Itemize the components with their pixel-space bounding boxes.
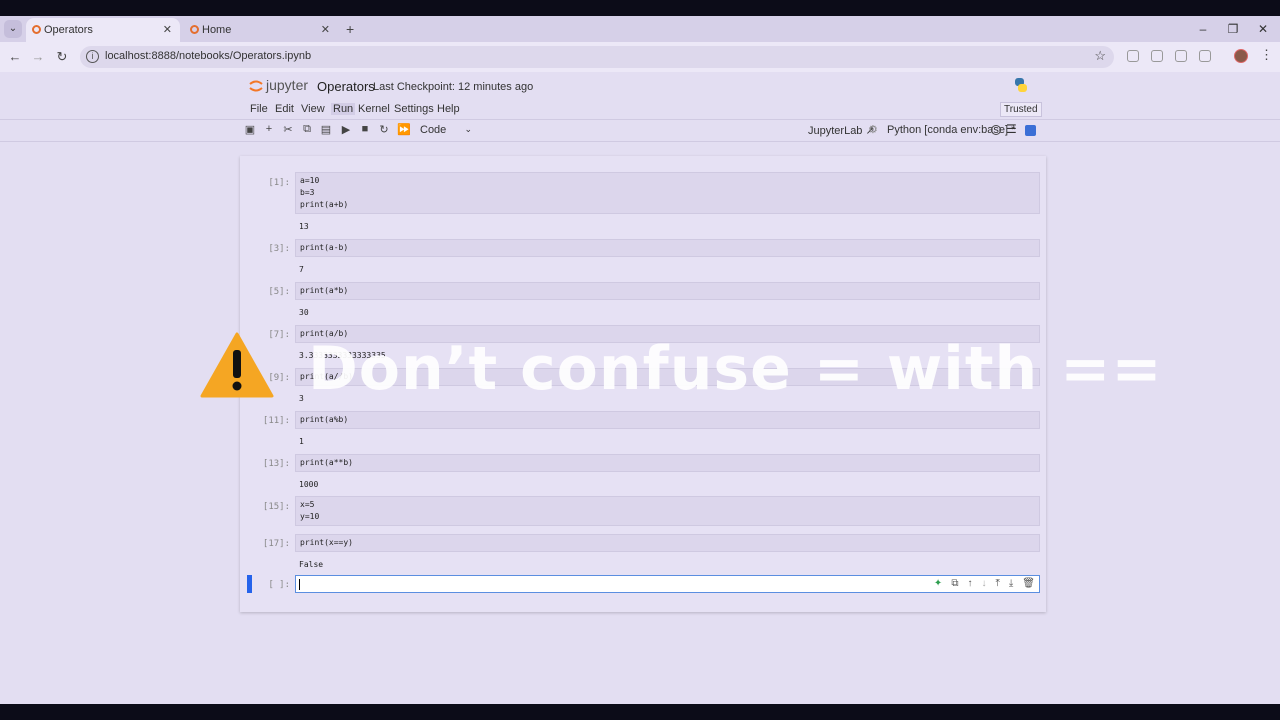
close-tab-icon[interactable]: ✕ bbox=[321, 18, 330, 42]
notebook-title[interactable]: Operators bbox=[317, 79, 375, 94]
move-down-icon[interactable]: ↓ bbox=[981, 578, 986, 589]
menu-edit[interactable]: Edit bbox=[275, 103, 294, 115]
menu-file[interactable]: File bbox=[250, 103, 268, 115]
cell-prompt: [11]: bbox=[262, 416, 290, 426]
tab-search-icon[interactable]: ⌄ bbox=[4, 20, 22, 38]
trusted-badge[interactable]: Trusted bbox=[1000, 102, 1042, 117]
checkpoint-status: Last Checkpoint: 12 minutes ago bbox=[373, 81, 534, 93]
tab-label: Home bbox=[202, 24, 232, 36]
browser-menu-icon[interactable]: ⋮ bbox=[1260, 47, 1273, 63]
caption-text: Don’t confuse = with == bbox=[308, 334, 1163, 404]
sparkle-icon[interactable]: ✦ bbox=[934, 578, 942, 589]
tab-home[interactable]: Home ✕ bbox=[184, 18, 338, 42]
tab-label: Operators bbox=[44, 24, 93, 36]
menu-run[interactable]: Run bbox=[331, 103, 356, 115]
notebook-toolbar: ▣ + ✂ ⧉ ▤ ▶ ■ ↻ ⏩ Code ⌄ JupyterLab ↗ ⚙ … bbox=[0, 120, 1280, 142]
cell-type-value: Code bbox=[420, 124, 447, 136]
copy-icon[interactable]: ⧉ bbox=[300, 123, 314, 136]
paste-icon[interactable]: ▤ bbox=[319, 123, 333, 136]
extension-icon[interactable] bbox=[1151, 50, 1163, 62]
cell-output: 13 bbox=[299, 222, 309, 231]
menu-view[interactable]: View bbox=[301, 103, 325, 115]
code-cell[interactable]: print(a*b) bbox=[295, 282, 1040, 300]
move-up-icon[interactable]: ↑ bbox=[967, 578, 972, 589]
gear-icon[interactable]: ⚙ bbox=[868, 123, 878, 136]
sidebar-toggle-icon[interactable] bbox=[1025, 125, 1036, 136]
letterbox-top bbox=[0, 0, 1280, 16]
profile-avatar[interactable] bbox=[1234, 49, 1248, 63]
kernel-status-icon bbox=[991, 125, 1001, 135]
cell-prompt: [15]: bbox=[262, 502, 290, 512]
jupyter-header: jupyter Operators Last Checkpoint: 12 mi… bbox=[0, 72, 1280, 100]
code-cell[interactable]: x=5 y=10 bbox=[295, 496, 1040, 526]
python-logo-icon bbox=[1015, 78, 1027, 92]
extension-icon[interactable] bbox=[1127, 50, 1139, 62]
cell-output: 30 bbox=[299, 308, 309, 317]
cell-prompt: [3]: bbox=[268, 244, 290, 254]
restart-icon[interactable]: ↻ bbox=[377, 123, 391, 136]
close-tab-icon[interactable]: ✕ bbox=[163, 18, 172, 42]
text-cursor bbox=[299, 579, 300, 590]
cell-output: 1000 bbox=[299, 480, 319, 489]
menu-kernel[interactable]: Kernel bbox=[358, 103, 390, 115]
jupyter-favicon-icon bbox=[32, 25, 41, 34]
address-bar[interactable]: i localhost:8888/notebooks/Operators.ipy… bbox=[80, 46, 1114, 68]
menu-help[interactable]: Help bbox=[437, 103, 460, 115]
cell-prompt: [ ]: bbox=[268, 580, 290, 590]
tab-strip: ⌄ Operators ✕ Home ✕ + – ❐ ✕ bbox=[0, 16, 1280, 42]
chevron-down-icon: ⌄ bbox=[464, 124, 472, 134]
back-icon[interactable]: ← bbox=[5, 47, 25, 67]
menu-settings[interactable]: Settings bbox=[394, 103, 434, 115]
duplicate-icon[interactable]: ⧉ bbox=[951, 578, 958, 589]
save-icon[interactable]: ▣ bbox=[243, 123, 257, 136]
tab-operators[interactable]: Operators ✕ bbox=[26, 18, 180, 42]
cell-prompt: [17]: bbox=[262, 539, 290, 549]
cell-prompt: [13]: bbox=[262, 459, 290, 469]
cell-output: 7 bbox=[299, 265, 304, 274]
code-cell[interactable]: print(a-b) bbox=[295, 239, 1040, 257]
insert-above-icon[interactable]: ⤒ bbox=[995, 578, 999, 589]
run-icon[interactable]: ▶ bbox=[339, 123, 353, 136]
cell-output: False bbox=[299, 560, 324, 569]
cell-prompt: [5]: bbox=[268, 287, 290, 297]
cell-type-select[interactable]: Code ⌄ bbox=[420, 124, 472, 136]
run-all-icon[interactable]: ⏩ bbox=[397, 123, 411, 136]
caption-overlay: Don’t confuse = with == bbox=[200, 332, 1162, 412]
navigation-bar: ← → ↻ i localhost:8888/notebooks/Operato… bbox=[0, 42, 1280, 72]
insert-below-icon[interactable]: ⤓ bbox=[1009, 578, 1013, 589]
code-cell[interactable]: print(a**b) bbox=[295, 454, 1040, 472]
add-cell-icon[interactable]: + bbox=[262, 123, 276, 135]
code-cell[interactable]: print(x==y) bbox=[295, 534, 1040, 552]
stop-icon[interactable]: ■ bbox=[358, 123, 372, 135]
jupyterlab-link-label: JupyterLab bbox=[808, 125, 863, 137]
cell-output: 1 bbox=[299, 437, 304, 446]
delete-icon[interactable]: 🗑 bbox=[1022, 578, 1035, 589]
new-tab-icon[interactable]: + bbox=[346, 18, 354, 40]
warning-icon bbox=[200, 332, 274, 398]
jupyter-favicon-icon bbox=[190, 25, 199, 34]
close-window-icon[interactable]: ✕ bbox=[1248, 16, 1278, 42]
code-cell[interactable]: a=10 b=3 print(a+b) bbox=[295, 172, 1040, 214]
list-icon[interactable]: ☰ bbox=[1006, 122, 1017, 136]
letterbox-bottom bbox=[0, 704, 1280, 720]
reload-icon[interactable]: ↻ bbox=[52, 47, 72, 67]
forward-icon[interactable]: → bbox=[28, 47, 48, 67]
url-text: localhost:8888/notebooks/Operators.ipynb bbox=[105, 50, 312, 62]
jupyter-logo-text: jupyter bbox=[266, 77, 309, 93]
minimize-icon[interactable]: – bbox=[1188, 16, 1218, 42]
extension-icon[interactable] bbox=[1175, 50, 1187, 62]
cell-prompt: [1]: bbox=[268, 178, 290, 188]
puzzle-icon[interactable] bbox=[1199, 50, 1211, 62]
site-info-icon[interactable]: i bbox=[86, 50, 99, 63]
browser-window: ⌄ Operators ✕ Home ✕ + – ❐ ✕ ← → ↻ i loc… bbox=[0, 16, 1280, 704]
cell-action-toolbar: ✦ ⧉ ↑ ↓ ⤒ ⤓ 🗑 bbox=[925, 578, 1035, 589]
jupyter-menu-bar: File Edit View Run Kernel Settings Help … bbox=[0, 100, 1280, 120]
cut-icon[interactable]: ✂ bbox=[281, 123, 295, 136]
jupyter-logo-icon bbox=[249, 80, 263, 92]
bookmark-star-icon[interactable]: ☆ bbox=[1094, 48, 1106, 64]
jupyterlab-link[interactable]: JupyterLab ↗ bbox=[808, 124, 875, 137]
code-cell[interactable]: print(a%b) bbox=[295, 411, 1040, 429]
restore-icon[interactable]: ❐ bbox=[1218, 16, 1248, 42]
active-code-input[interactable]: ✦ ⧉ ↑ ↓ ⤒ ⤓ 🗑 bbox=[295, 575, 1040, 593]
